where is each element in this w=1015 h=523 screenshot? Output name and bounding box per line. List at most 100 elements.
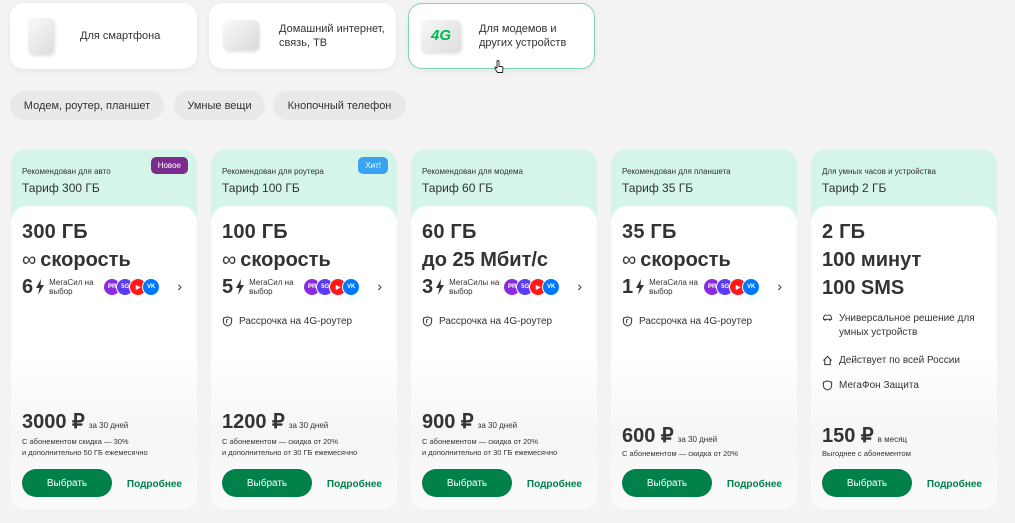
select-button[interactable]: Выбрать xyxy=(422,469,512,497)
shield-icon xyxy=(222,316,233,327)
price-note: С абонементом — скидка от 20% и дополните… xyxy=(422,437,558,457)
speed-line: ∞ скорость xyxy=(622,249,731,271)
tariff-name: Тариф 2 ГБ xyxy=(822,181,887,195)
feature-protection: МегаФон Защита xyxy=(822,380,919,391)
modem-4g-icon: 4G xyxy=(421,16,465,56)
tariff-name: Тариф 35 ГБ xyxy=(622,181,694,195)
price-value: 3000 ₽ xyxy=(22,411,85,433)
card-recommendation: Рекомендован для авто xyxy=(22,167,111,176)
feature-installment: Рассрочка на 4G-роутер xyxy=(422,316,552,327)
lightning-icon xyxy=(436,279,445,295)
app-icons: PR 5G ▶ VK xyxy=(703,278,761,296)
tariff-name: Тариф 100 ГБ xyxy=(222,181,300,195)
megasily-count: 5 xyxy=(222,275,234,298)
feature-universal: Универсальное решение для умных устройст… xyxy=(822,312,982,340)
tariff-card-60gb: Рекомендован для модема Тариф 60 ГБ 60 Г… xyxy=(411,149,597,510)
details-link[interactable]: Подробнее xyxy=(727,479,782,490)
select-button[interactable]: Выбрать xyxy=(222,469,312,497)
lightning-icon xyxy=(636,279,645,295)
megasily-text: МегаСилы на выбор xyxy=(449,278,500,296)
shield-icon xyxy=(622,316,633,327)
price-note: С абонементом — скидка от 20% и дополните… xyxy=(222,437,358,457)
data-amount: 300 ГБ xyxy=(22,221,88,243)
price-period: за 30 дней xyxy=(88,421,129,430)
vk-icon: VK xyxy=(142,278,161,296)
vk-icon: VK xyxy=(342,278,361,296)
tariff-card-2gb: Для умных часов и устройства Тариф 2 ГБ … xyxy=(811,149,997,510)
lightning-icon xyxy=(36,279,45,295)
badge-new: Новое xyxy=(150,157,188,174)
data-amount: 60 ГБ xyxy=(422,221,477,243)
feature-installment: Рассрочка на 4G-роутер xyxy=(622,316,752,327)
price-value: 150 ₽ xyxy=(822,425,874,447)
home-icon xyxy=(823,355,832,366)
app-icons: PR 5G ▶ VK xyxy=(303,278,361,296)
price-period: за 30 дней xyxy=(288,421,329,430)
category-label: Для смартфона xyxy=(80,30,161,42)
data-amount: 35 ГБ xyxy=(622,221,677,243)
feature-russia: Действует по всей России xyxy=(822,355,960,366)
tariff-card-100gb: Рекомендован для роутера Тариф 100 ГБ Хи… xyxy=(211,149,397,510)
price-value: 1200 ₽ xyxy=(222,411,285,433)
home-internet-icon xyxy=(221,16,265,56)
megasily-text: МегаСил на выбор xyxy=(249,278,294,296)
price-note: С абонементом — скидка от 20% xyxy=(622,449,739,458)
card-recommendation: Рекомендован для роутера xyxy=(222,167,324,176)
data-amount: 100 ГБ xyxy=(222,221,288,243)
tariff-name: Тариф 60 ГБ xyxy=(422,181,494,195)
price-note: Выгоднее с абонементом xyxy=(822,449,911,458)
price-note: С абонементом скидка — 30% и дополнительн… xyxy=(22,437,148,457)
chevron-right-icon[interactable]: › xyxy=(577,278,582,294)
price-period: за 30 дней xyxy=(477,421,518,430)
select-button[interactable]: Выбрать xyxy=(822,469,912,497)
megasily-text: МегаСил на выбор xyxy=(49,278,94,296)
app-icons: PR 5G ▶ VK xyxy=(103,278,161,296)
details-link[interactable]: Подробнее xyxy=(127,479,182,490)
megasily-row[interactable]: 6 МегаСил на выбор PR 5G ▶ VK › xyxy=(22,276,192,298)
tariff-card-35gb: Рекомендован для планшета Тариф 35 ГБ 35… xyxy=(611,149,797,510)
app-icons: PR 5G ▶ VK xyxy=(503,278,561,296)
speed-line: до 25 Мбит/с xyxy=(422,249,549,271)
smartphone-icon xyxy=(22,16,66,56)
category-label: Домашний интернет, связь, ТВ xyxy=(279,23,385,49)
price-period: в месяц xyxy=(877,435,907,444)
price-period: за 30 дней xyxy=(677,435,718,444)
badge-hit: Хит! xyxy=(358,157,388,174)
megasily-row[interactable]: 1 МегаСила на выбор PR 5G ▶ VK › xyxy=(622,276,792,298)
price: 600 ₽ за 30 дней xyxy=(622,423,717,448)
card-recommendation: Рекомендован для планшета xyxy=(622,167,731,176)
chip-button-phone[interactable]: Кнопочный телефон xyxy=(273,91,406,120)
sms-amount: 100 SMS xyxy=(822,277,905,299)
speed-line: ∞ скорость xyxy=(22,249,131,271)
megasily-row[interactable]: 5 МегаСил на выбор PR 5G ▶ VK › xyxy=(222,276,392,298)
price: 150 ₽ в месяц xyxy=(822,423,907,448)
data-amount: 2 ГБ xyxy=(822,221,866,243)
chevron-right-icon[interactable]: › xyxy=(377,278,382,294)
card-recommendation: Для умных часов и устройства xyxy=(822,167,936,176)
select-button[interactable]: Выбрать xyxy=(622,469,712,497)
hand-cursor-icon xyxy=(494,60,504,73)
chevron-right-icon[interactable]: › xyxy=(777,278,782,294)
tariff-card-300gb: Рекомендован для авто Тариф 300 ГБ Новое… xyxy=(11,149,197,510)
shield-icon xyxy=(822,380,833,391)
chip-smart-things[interactable]: Умные вещи xyxy=(174,91,265,120)
category-home-internet[interactable]: Домашний интернет, связь, ТВ xyxy=(209,3,396,69)
chip-modem-router-tablet[interactable]: Модем, роутер, планшет xyxy=(10,91,164,120)
card-recommendation: Рекомендован для модема xyxy=(422,167,523,176)
megasily-count: 6 xyxy=(22,275,34,298)
details-link[interactable]: Подробнее xyxy=(527,479,582,490)
car-icon xyxy=(822,314,833,321)
vk-icon: VK xyxy=(542,278,561,296)
lightning-icon xyxy=(236,279,245,295)
infinity-icon: ∞ xyxy=(622,249,637,271)
megasily-text: МегаСила на выбор xyxy=(649,278,698,296)
infinity-icon: ∞ xyxy=(22,249,37,271)
details-link[interactable]: Подробнее xyxy=(327,479,382,490)
details-link[interactable]: Подробнее xyxy=(927,479,982,490)
vk-icon: VK xyxy=(742,278,761,296)
category-smartphone[interactable]: Для смартфона xyxy=(10,3,197,69)
price: 1200 ₽ за 30 дней xyxy=(222,409,328,434)
select-button[interactable]: Выбрать xyxy=(22,469,112,497)
megasily-row[interactable]: 3 МегаСилы на выбор PR 5G ▶ VK › xyxy=(422,276,592,298)
chevron-right-icon[interactable]: › xyxy=(177,278,182,294)
